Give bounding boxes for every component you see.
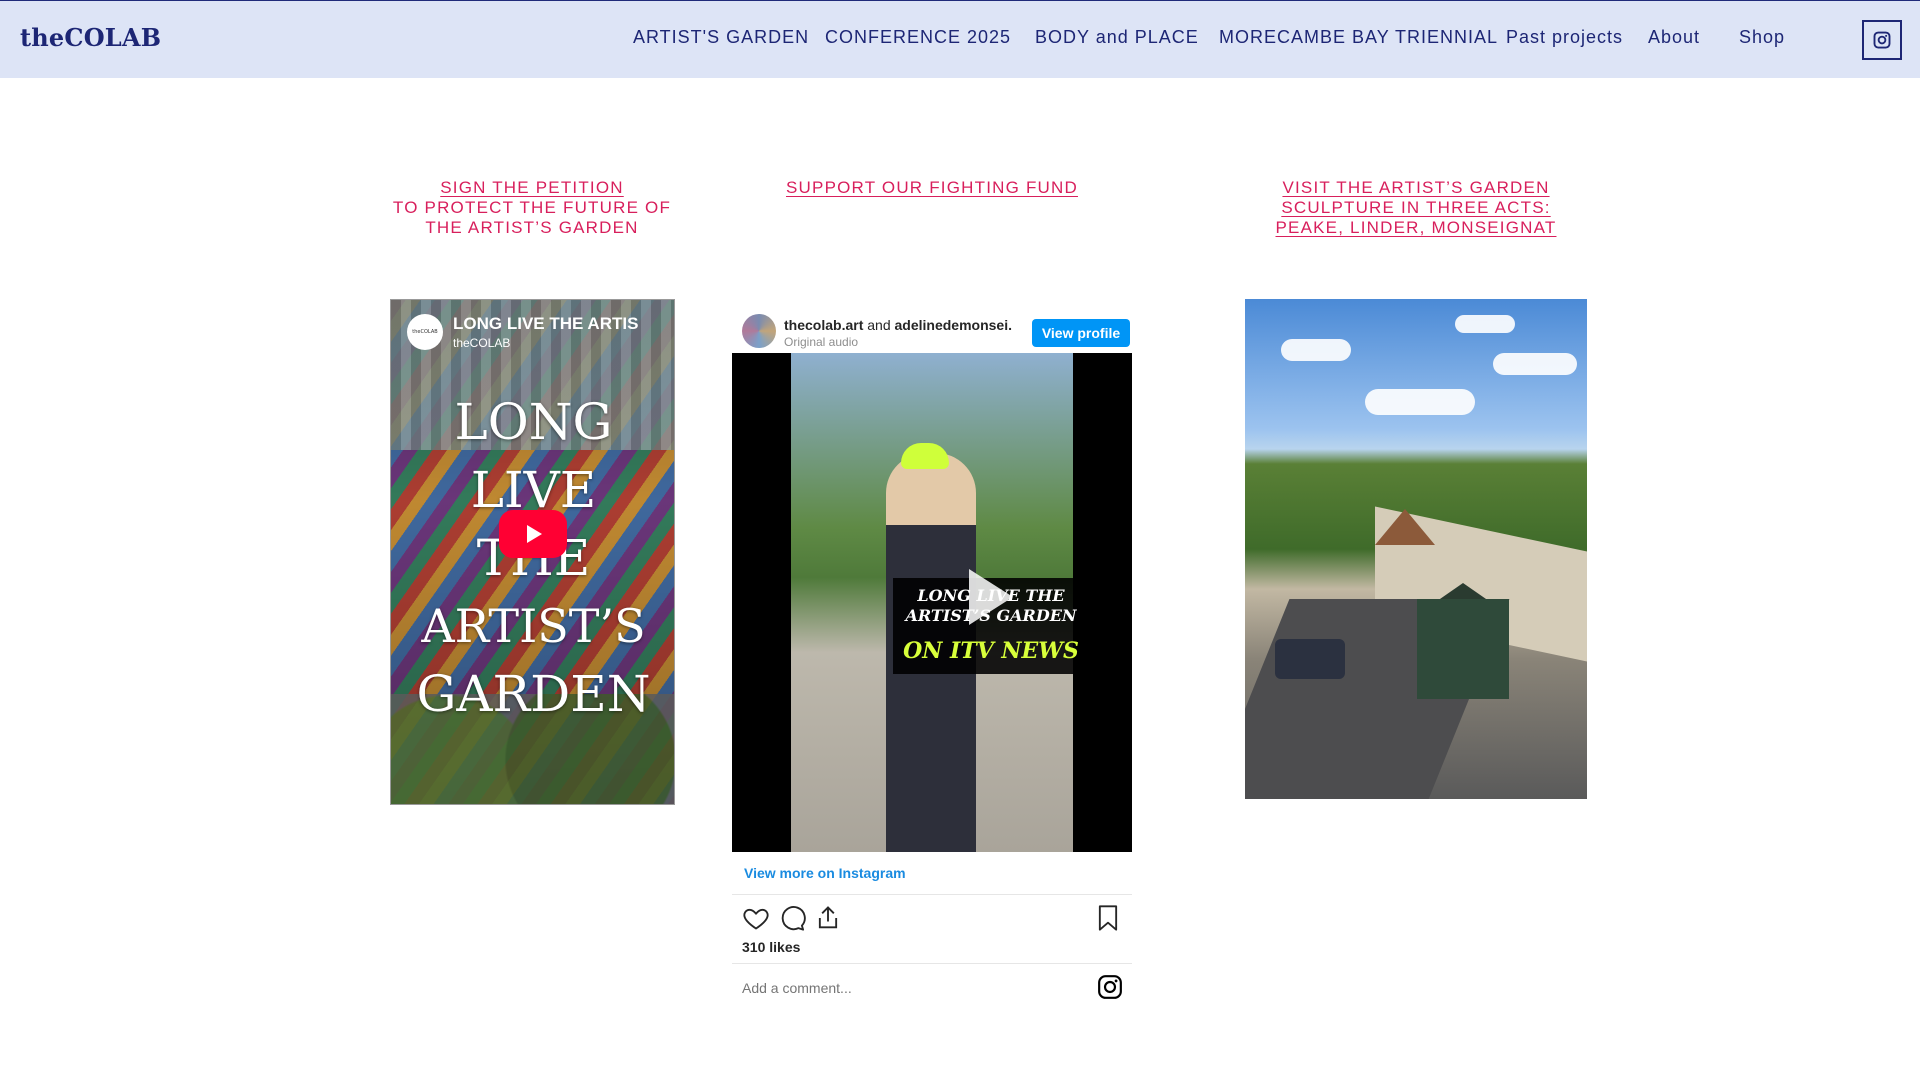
- instagram-and: and: [867, 317, 891, 333]
- photo-cloud: [1365, 389, 1475, 415]
- instagram-audio-label[interactable]: Original audio: [784, 335, 858, 349]
- instagram-avatar[interactable]: [742, 314, 776, 348]
- fighting-fund-link[interactable]: SUPPORT OUR FIGHTING FUND: [782, 178, 1082, 198]
- fighting-fund-label[interactable]: SUPPORT OUR FIGHTING FUND: [782, 178, 1082, 198]
- nav-shop[interactable]: Shop: [1739, 27, 1785, 48]
- likes-count[interactable]: 310 likes: [742, 939, 800, 955]
- instagram-video[interactable]: LONG LIVE THE ARTIST’S GARDEN ON ITV NEW…: [732, 353, 1132, 852]
- instagram-embed: thecolab.art and adelinedemonsei. Origin…: [732, 299, 1132, 1017]
- youtube-title-block: LONG LIVE THE ARTIS theCOLAB: [453, 314, 638, 350]
- instagram-usernames: thecolab.art and adelinedemonsei.: [784, 317, 1012, 333]
- youtube-channel-name[interactable]: theCOLAB: [453, 336, 638, 350]
- petition-line-3[interactable]: THE ARTIST’S GARDEN: [382, 218, 682, 238]
- overlay-line: GARDEN: [416, 665, 651, 723]
- petition-line-1[interactable]: SIGN THE PETITION: [382, 178, 682, 198]
- petition-line-2[interactable]: TO PROTECT THE FUTURE OF: [382, 198, 682, 218]
- photo-cloud: [1455, 315, 1515, 333]
- instagram-logo-icon[interactable]: [1097, 974, 1123, 1000]
- divider: [732, 894, 1132, 895]
- youtube-video-title[interactable]: LONG LIVE THE ARTIS: [453, 314, 638, 334]
- comment-input[interactable]: [742, 978, 1042, 998]
- youtube-video-embed[interactable]: theCOLAB LONG LIVE THE ARTIS theCOLAB LO…: [390, 299, 675, 805]
- nav-conference-2025[interactable]: CONFERENCE 2025: [825, 27, 1011, 48]
- visit-line-2[interactable]: SCULPTURE IN THREE ACTS:: [1266, 198, 1566, 218]
- instagram-icon: [1873, 31, 1891, 49]
- visit-line-3[interactable]: PEAKE, LINDER, MONSEIGNAT: [1266, 218, 1566, 238]
- main-nav: ARTIST'S GARDEN CONFERENCE 2025 BODY and…: [0, 27, 1920, 51]
- nav-past-projects[interactable]: Past projects: [1506, 27, 1623, 48]
- youtube-video-header: theCOLAB LONG LIVE THE ARTIS theCOLAB: [407, 314, 638, 350]
- photo-cloud: [1493, 353, 1577, 375]
- nav-morecambe-bay-triennial[interactable]: MORECAMBE BAY TRIENNIAL: [1219, 27, 1498, 48]
- instagram-user-2[interactable]: adelinedemonsei.: [895, 317, 1012, 333]
- nav-about[interactable]: About: [1648, 27, 1700, 48]
- instagram-action-bar: [742, 904, 1122, 934]
- video-caption-line-3: ON ITV NEWS: [903, 638, 1079, 664]
- nav-body-and-place[interactable]: BODY and PLACE: [1035, 27, 1199, 48]
- play-icon: [527, 525, 542, 543]
- view-more-instagram-link[interactable]: View more on Instagram: [744, 865, 906, 881]
- site-header: theCOLAB ARTIST'S GARDEN CONFERENCE 2025…: [0, 0, 1920, 78]
- nav-artists-garden[interactable]: ARTIST'S GARDEN: [633, 27, 809, 48]
- youtube-channel-avatar[interactable]: theCOLAB: [407, 314, 443, 350]
- header-instagram-button[interactable]: [1862, 20, 1902, 60]
- overlay-line: LONG: [454, 393, 613, 451]
- divider: [732, 963, 1132, 964]
- instagram-user-1[interactable]: thecolab.art: [784, 317, 863, 333]
- photo-van: [1275, 639, 1345, 679]
- heart-icon[interactable]: [742, 904, 770, 932]
- photo-hut: [1417, 599, 1509, 699]
- bookmark-icon[interactable]: [1094, 904, 1122, 932]
- petition-link[interactable]: SIGN THE PETITION TO PROTECT THE FUTURE …: [382, 178, 682, 238]
- view-profile-button[interactable]: View profile: [1032, 319, 1130, 347]
- artists-garden-photo[interactable]: [1245, 299, 1587, 799]
- overlay-line: ARTIST’S: [421, 599, 646, 653]
- video-person-cap: [901, 443, 949, 469]
- visit-line-1[interactable]: VISIT THE ARTIST’S GARDEN: [1266, 178, 1566, 198]
- video-overlay-text: LONG LIVE THE ARTIST’S GARDEN: [391, 388, 674, 728]
- youtube-play-button[interactable]: [499, 510, 567, 558]
- visit-garden-link[interactable]: VISIT THE ARTIST’S GARDEN SCULPTURE IN T…: [1266, 178, 1566, 238]
- video-scene: LONG LIVE THE ARTIST’S GARDEN ON ITV NEW…: [791, 353, 1089, 852]
- instagram-post-header: thecolab.art and adelinedemonsei. Origin…: [742, 307, 1130, 349]
- photo-cloud: [1281, 339, 1351, 361]
- comment-icon[interactable]: [778, 904, 806, 932]
- instagram-play-icon[interactable]: [969, 569, 1013, 625]
- share-icon[interactable]: [814, 904, 842, 932]
